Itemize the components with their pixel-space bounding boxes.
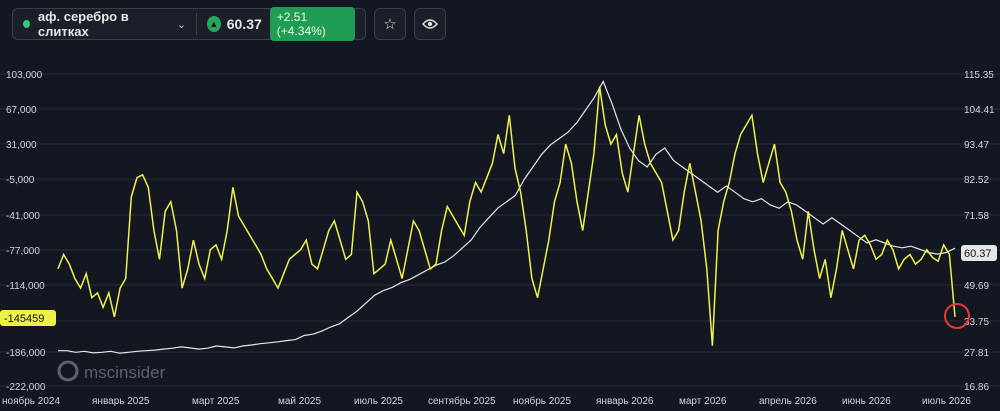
watermark-logo-icon [57,360,79,382]
right-tick-label: 71.58 [964,211,989,222]
left-tick-label: -5,000 [6,175,35,186]
left-tick-label: -222,000 [6,382,46,393]
right-tick-label: 82.52 [964,175,989,186]
x-tick-label: ноябрь 2025 [513,395,571,407]
x-tick-label: апрель 2026 [759,396,817,407]
left-tick-label: 31,000 [6,140,37,151]
x-tick-label: март 2025 [192,396,240,407]
svg-text:60.37: 60.37 [964,248,992,260]
right-axis: 115.35104.4193.4782.5271.5849.6933.7527.… [964,70,995,393]
left-tick-label: -186,000 [6,348,46,359]
x-tick-label: май 2025 [278,396,321,407]
left-tick-label: -41,000 [6,211,40,222]
left-tick-label: 103,000 [6,70,43,81]
left-tick-label: -114,000 [6,281,45,292]
x-tick-label: июль 2025 [354,396,403,407]
x-tick-label: январь 2025 [92,396,150,407]
left-axis: 103,000 67,000 31,000 -5,000 -41,000 -77,000 -… [6,70,46,393]
x-axis: ноябрь 2024 январь 2025 март 2025 май 2025 и… [2,395,971,407]
x-tick-label: ноябрь 2024 [2,395,60,407]
left-tick-label: -77,000 [6,246,40,257]
x-tick-label: июнь 2026 [842,396,891,407]
right-tick-label: 115.35 [964,70,994,81]
svg-text:-145459: -145459 [4,313,44,325]
left-tick-label: 67,000 [6,105,37,116]
right-tick-label: 93.47 [964,140,989,151]
net-position-line [57,86,956,346]
right-tick-label: 16.86 [964,382,989,393]
highlight-circle [944,303,970,329]
right-current-value: 60.37 [961,245,997,261]
x-tick-label: июль 2026 [922,396,971,407]
watermark: mscinsider [57,360,166,382]
chart-area: 103,000 67,000 31,000 -5,000 -41,000 -77,000 -… [0,70,1000,407]
right-tick-label: 49.69 [964,281,989,292]
left-current-value: -145459 [0,310,56,326]
right-tick-label: 27.81 [964,348,989,359]
x-tick-label: сентябрь 2025 [428,395,496,407]
silver-price-line [58,79,956,354]
x-tick-label: январь 2026 [596,396,654,407]
x-tick-label: март 2026 [679,396,727,407]
watermark-text: mscinsider [84,363,166,382]
right-tick-label: 104.41 [964,105,995,116]
